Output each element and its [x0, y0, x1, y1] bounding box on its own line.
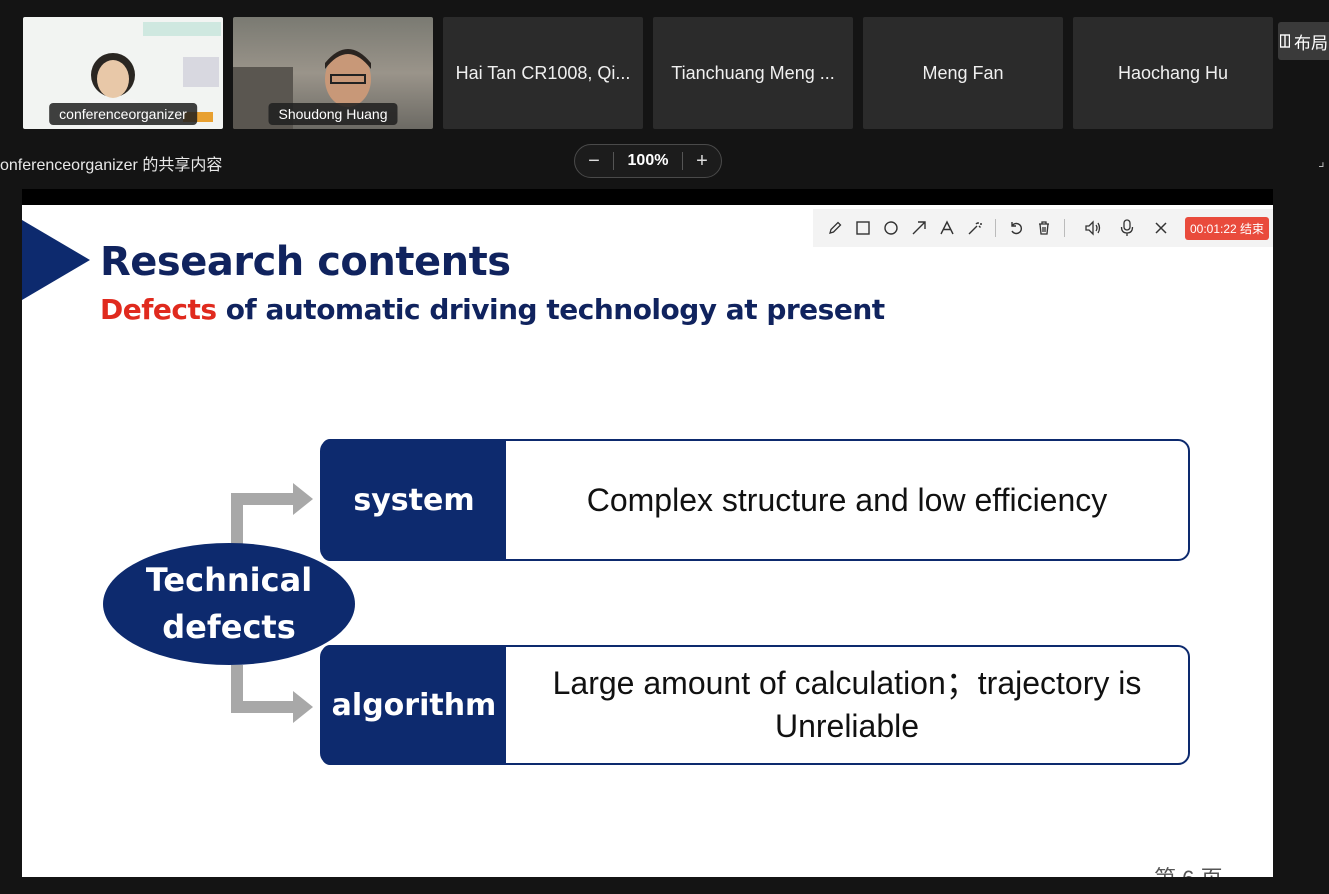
title-triangle-icon [22, 220, 90, 300]
slide-title: Research contents [100, 239, 511, 285]
participant-tile-video[interactable]: Shoudong Huang [233, 17, 433, 129]
close-icon[interactable] [1147, 214, 1175, 242]
technical-defects-node: Technical defects [103, 543, 355, 665]
participant-name: Meng Fan [922, 62, 1004, 83]
speaker-icon[interactable] [1079, 214, 1107, 242]
toolbar-divider [1064, 219, 1065, 237]
arrow-down-head [293, 691, 313, 723]
zoom-out-button[interactable]: − [581, 150, 607, 173]
defect-row-algorithm: algorithm Large amount of calculation；tr… [320, 645, 1190, 765]
row-description-system: Complex structure and low efficiency [586, 481, 1108, 518]
participant-tile[interactable]: Hai Tan CR1008, Qi... [443, 17, 643, 129]
page-number: 第 6 页 [1154, 861, 1222, 877]
shared-slide: Research contents Defects of automatic d… [22, 205, 1273, 877]
zoom-in-button[interactable]: + [689, 150, 715, 173]
annotation-toolbar: 00:01:22 结束 [813, 209, 1273, 247]
slide-subtitle: Defects of automatic driving technology … [100, 293, 885, 326]
end-annotation-timer-button[interactable]: 00:01:22 结束 [1185, 216, 1270, 240]
exit-fullscreen-icon[interactable]: ⌟ [1318, 153, 1325, 170]
participant-name: Tianchuang Meng ... [671, 62, 835, 83]
zoom-control: − 100% + [574, 144, 722, 178]
layout-button-label: 布局 [1294, 33, 1328, 53]
layout-icon [1280, 34, 1290, 48]
text-icon[interactable] [933, 214, 961, 242]
participant-tile[interactable]: Haochang Hu [1073, 17, 1273, 129]
row-label-system: system [322, 439, 506, 561]
trash-icon[interactable] [1030, 214, 1058, 242]
participant-name: Shoudong Huang [268, 103, 398, 125]
undo-icon[interactable] [1002, 214, 1030, 242]
microphone-icon[interactable] [1113, 214, 1141, 242]
participant-tile[interactable]: Tianchuang Meng ... [653, 17, 853, 129]
arrow-up-head [293, 483, 313, 515]
slide-top-bar [22, 189, 1273, 205]
toolbar-divider [995, 219, 996, 237]
magic-wand-icon[interactable] [961, 214, 989, 242]
arrow-icon[interactable] [905, 214, 933, 242]
rectangle-icon[interactable] [849, 214, 877, 242]
participant-tile[interactable]: Meng Fan [863, 17, 1063, 129]
subtitle-highlight: Defects [100, 293, 217, 326]
zoom-level: 100% [612, 152, 684, 170]
row-label-algorithm: algorithm [322, 645, 506, 765]
center-node-line2: defects [162, 608, 296, 646]
pencil-icon[interactable] [821, 214, 849, 242]
participant-name: conferenceorganizer [49, 103, 197, 125]
participant-name: Hai Tan CR1008, Qi... [455, 62, 631, 83]
layout-button[interactable]: 布局 [1278, 22, 1329, 60]
share-content-label: onferenceorganizer 的共享内容 [0, 157, 223, 174]
center-node-line1: Technical [145, 561, 313, 599]
row-description-algorithm: Large amount of calculation；trajectory i… [552, 665, 1142, 744]
circle-icon[interactable] [877, 214, 905, 242]
defect-row-system: system Complex structure and low efficie… [320, 439, 1190, 561]
participant-tile-video[interactable]: conferenceorganizer [23, 17, 223, 129]
subtitle-rest: of automatic driving technology at prese… [216, 293, 885, 326]
participant-name: Haochang Hu [1117, 62, 1229, 83]
